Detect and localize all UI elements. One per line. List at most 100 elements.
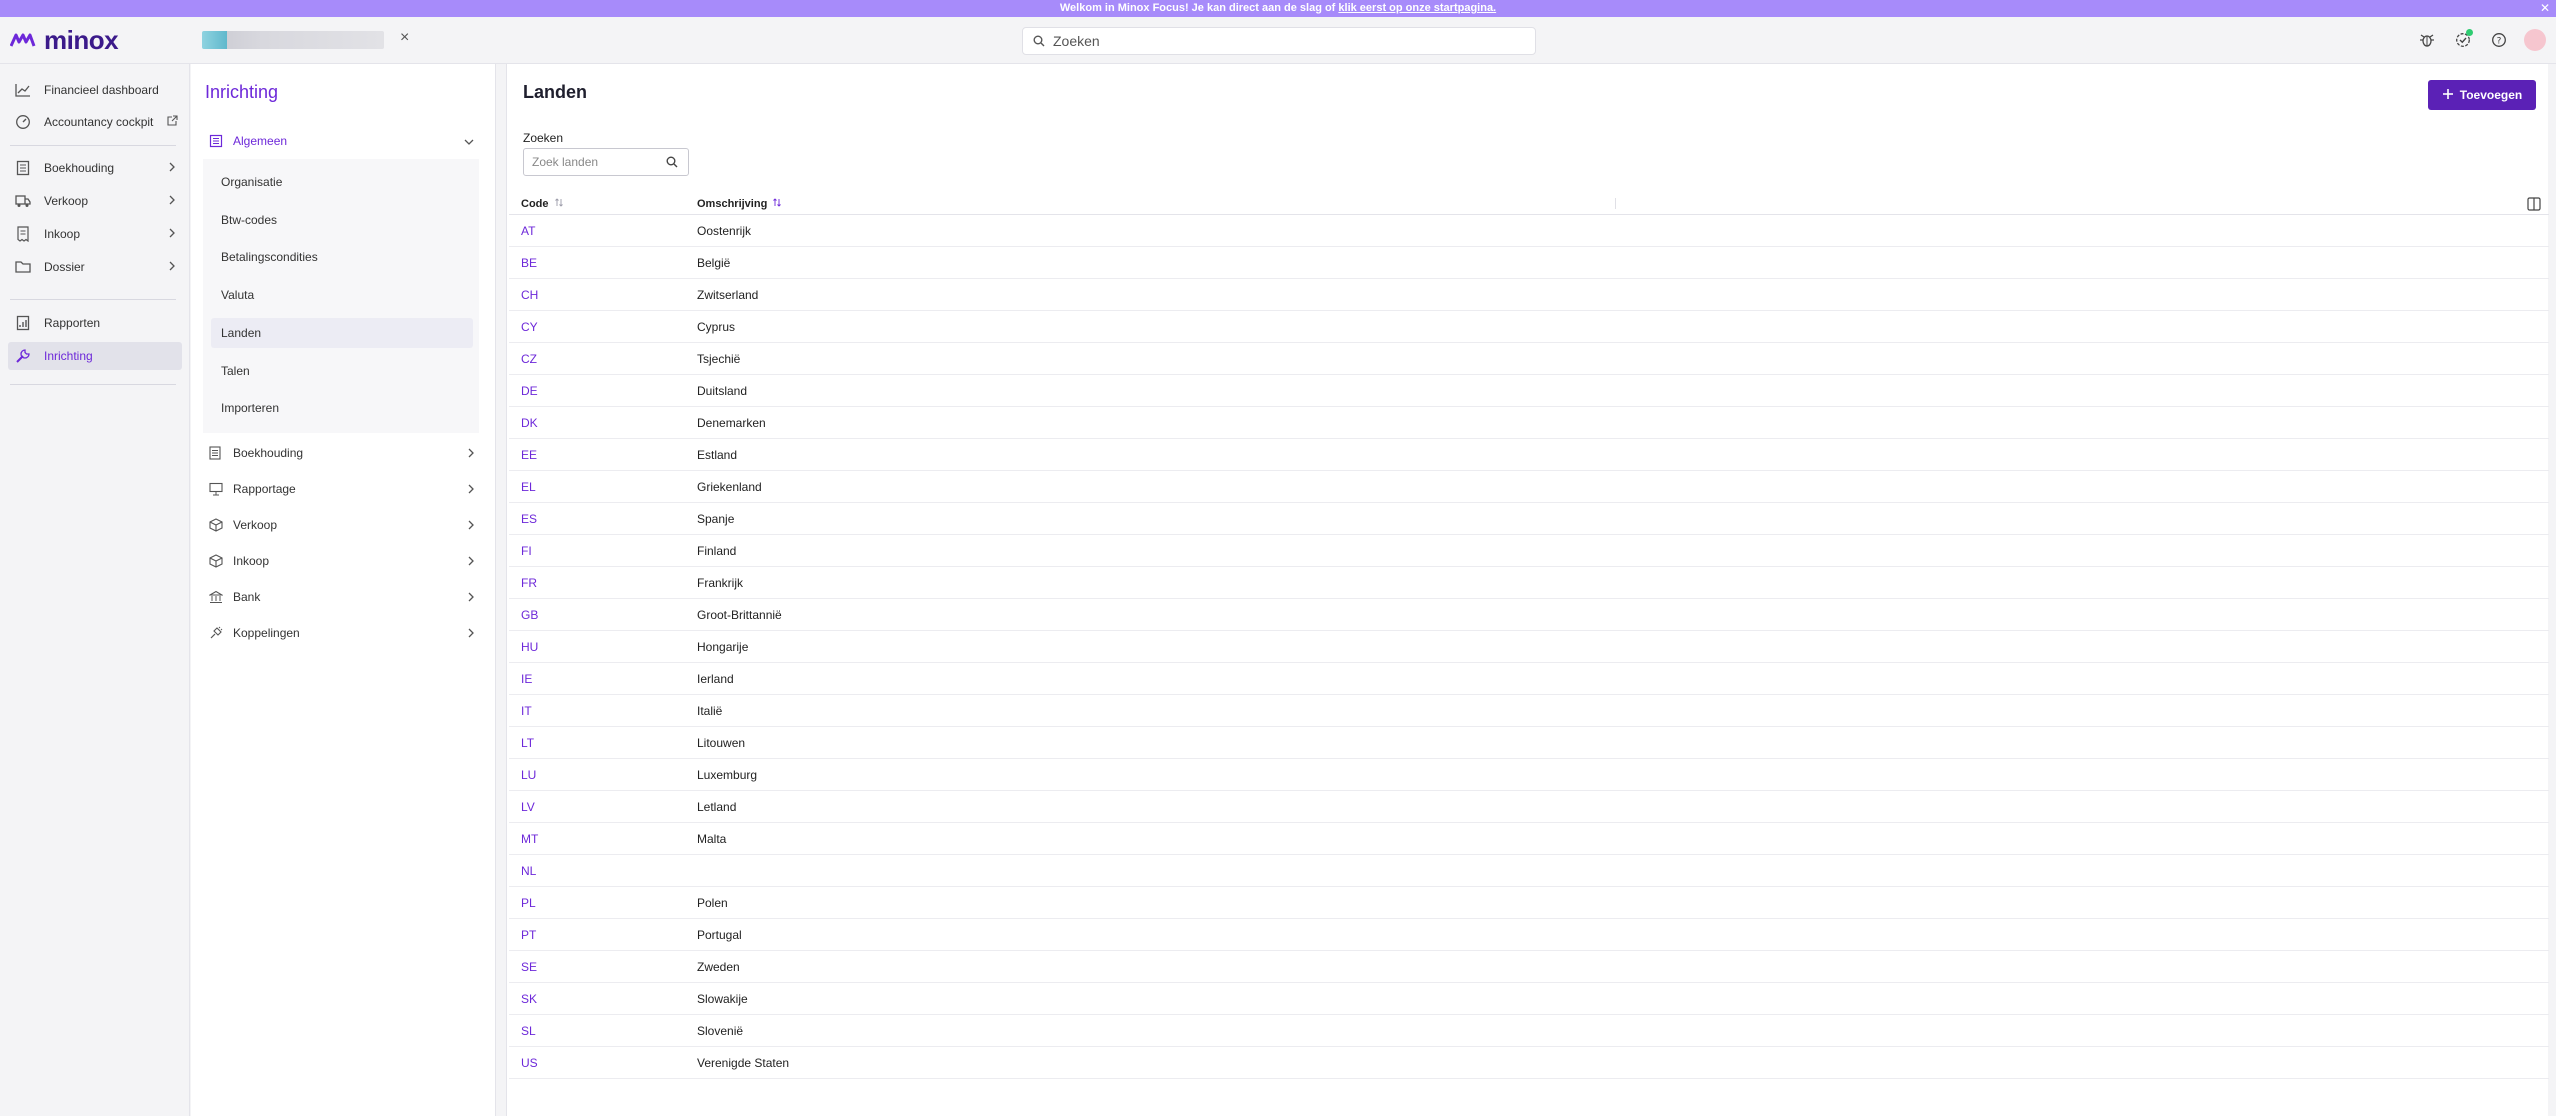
table-row[interactable]: IT Italië [509, 695, 2549, 727]
table-row[interactable]: ES Spanje [509, 503, 2549, 535]
table-row[interactable]: CY Cyprus [509, 311, 2549, 343]
country-code-link[interactable]: FR [521, 576, 537, 590]
banner-link[interactable]: klik eerst op onze startpagina. [1338, 2, 1496, 14]
country-code-link[interactable]: BE [521, 256, 537, 270]
country-code-link[interactable]: CZ [521, 352, 537, 366]
sub-item-betalingscondities[interactable]: Betalingscondities [211, 242, 473, 272]
country-code-link[interactable]: EL [521, 480, 536, 494]
banner-close-icon[interactable]: ✕ [2540, 0, 2550, 17]
chevron-right-icon [467, 447, 475, 462]
nav-inkoop[interactable]: Inkoop [8, 220, 182, 248]
table-row[interactable]: CZ Tsjechië [509, 343, 2549, 375]
country-code-link[interactable]: HU [521, 640, 538, 654]
sub-item-talen[interactable]: Talen [211, 356, 473, 386]
country-code-link[interactable]: SL [521, 1024, 536, 1038]
table-row[interactable]: MT Malta [509, 823, 2549, 855]
nav-accountancy-cockpit[interactable]: Accountancy cockpit [8, 108, 182, 136]
country-code-link[interactable]: US [521, 1056, 538, 1070]
table-row[interactable]: HU Hongarije [509, 631, 2549, 663]
nav-inrichting[interactable]: Inrichting [8, 342, 182, 370]
table-row[interactable]: FR Frankrijk [509, 567, 2549, 599]
settings-group-koppelingen[interactable]: Koppelingen [203, 618, 483, 648]
table-row[interactable]: CH Zwitserland [509, 279, 2549, 311]
sub-item-valuta[interactable]: Valuta [211, 280, 473, 310]
country-code-link[interactable]: EE [521, 448, 537, 462]
country-code-link[interactable]: LU [521, 768, 536, 782]
nav-label: Rapporten [44, 316, 101, 330]
sub-item-importeren[interactable]: Importeren [211, 393, 473, 423]
bug-icon[interactable] [2416, 29, 2438, 51]
settings-group-rapportage[interactable]: Rapportage [203, 474, 483, 504]
table-row[interactable]: PL Polen [509, 887, 2549, 919]
nav-dossier[interactable]: Dossier [8, 253, 182, 281]
country-search[interactable] [523, 148, 689, 176]
country-code-link[interactable]: DE [521, 384, 538, 398]
country-code-link[interactable]: AT [521, 224, 535, 238]
table-row[interactable]: LV Letland [509, 791, 2549, 823]
tenant-close-icon[interactable]: × [400, 29, 409, 47]
country-code-link[interactable]: SE [521, 960, 537, 974]
table-row[interactable]: EL Griekenland [509, 471, 2549, 503]
country-description: Griekenland [697, 480, 762, 494]
minox-logo[interactable]: minox [10, 25, 119, 55]
country-code-link[interactable]: NL [521, 864, 536, 878]
country-code-link[interactable]: ES [521, 512, 537, 526]
country-code-link[interactable]: GB [521, 608, 538, 622]
country-code-link[interactable]: FI [521, 544, 532, 558]
nav-label: Boekhouding [44, 161, 115, 175]
table-row[interactable]: LT Litouwen [509, 727, 2549, 759]
group-label: Inkoop [233, 554, 270, 568]
country-code-link[interactable]: LT [521, 736, 534, 750]
table-row[interactable]: FI Finland [509, 535, 2549, 567]
country-code-link[interactable]: IE [521, 672, 532, 686]
country-code-link[interactable]: PL [521, 896, 536, 910]
sub-item-organisatie[interactable]: Organisatie [211, 167, 473, 197]
table-row[interactable]: AT Oostenrijk [509, 215, 2549, 247]
table-row[interactable]: SE Zweden [509, 951, 2549, 983]
table-row[interactable]: DE Duitsland [509, 375, 2549, 407]
settings-group-inkoop[interactable]: Inkoop [203, 546, 483, 576]
user-avatar[interactable] [2524, 29, 2546, 51]
country-code-link[interactable]: PT [521, 928, 536, 942]
country-search-input[interactable] [532, 155, 666, 169]
country-code-link[interactable]: DK [521, 416, 538, 430]
table-row[interactable]: SK Slowakije [509, 983, 2549, 1015]
nav-financieel-dashboard[interactable]: Financieel dashboard [8, 76, 182, 104]
sub-item-btw-codes[interactable]: Btw-codes [211, 205, 473, 235]
help-icon[interactable]: ? [2488, 29, 2510, 51]
settings-group-algemeen[interactable]: Algemeen [203, 126, 483, 156]
settings-group-boekhouding[interactable]: Boekhouding [203, 438, 483, 468]
nav-rapporten[interactable]: Rapporten [8, 309, 182, 337]
country-code-link[interactable]: IT [521, 704, 532, 718]
country-code-link[interactable]: MT [521, 832, 538, 846]
country-code-link[interactable]: CY [521, 320, 538, 334]
table-row[interactable]: GB Groot-Brittannië [509, 599, 2549, 631]
global-search-input[interactable] [1053, 33, 1513, 49]
table-row[interactable]: PT Portugal [509, 919, 2549, 951]
country-code-link[interactable]: LV [521, 800, 535, 814]
table-row[interactable]: SL Slovenië [509, 1015, 2549, 1047]
column-header-code[interactable]: Code [521, 198, 563, 210]
chevron-right-icon [467, 519, 475, 534]
table-row[interactable]: US Verenigde Staten [509, 1047, 2549, 1079]
table-row[interactable]: DK Denemarken [509, 407, 2549, 439]
columns-toggle-icon[interactable] [2527, 197, 2541, 214]
table-row[interactable]: BE België [509, 247, 2549, 279]
sub-item-landen[interactable]: Landen [211, 318, 473, 348]
settings-group-bank[interactable]: Bank [203, 582, 483, 612]
top-icons: ? [2416, 29, 2546, 51]
tenant-selector[interactable] [202, 31, 384, 49]
column-header-omschrijving[interactable]: Omschrijving [697, 198, 782, 210]
table-row[interactable]: IE Ierland [509, 663, 2549, 695]
add-button[interactable]: Toevoegen [2428, 80, 2536, 110]
settings-group-verkoop[interactable]: Verkoop [203, 510, 483, 540]
table-row[interactable]: LU Luxemburg [509, 759, 2549, 791]
country-code-link[interactable]: CH [521, 288, 538, 302]
tasks-check-icon[interactable] [2452, 29, 2474, 51]
nav-boekhouding[interactable]: Boekhouding [8, 154, 182, 182]
country-code-link[interactable]: SK [521, 992, 537, 1006]
global-search[interactable] [1022, 27, 1536, 55]
table-row[interactable]: NL [509, 855, 2549, 887]
table-row[interactable]: EE Estland [509, 439, 2549, 471]
nav-verkoop[interactable]: Verkoop [8, 187, 182, 215]
